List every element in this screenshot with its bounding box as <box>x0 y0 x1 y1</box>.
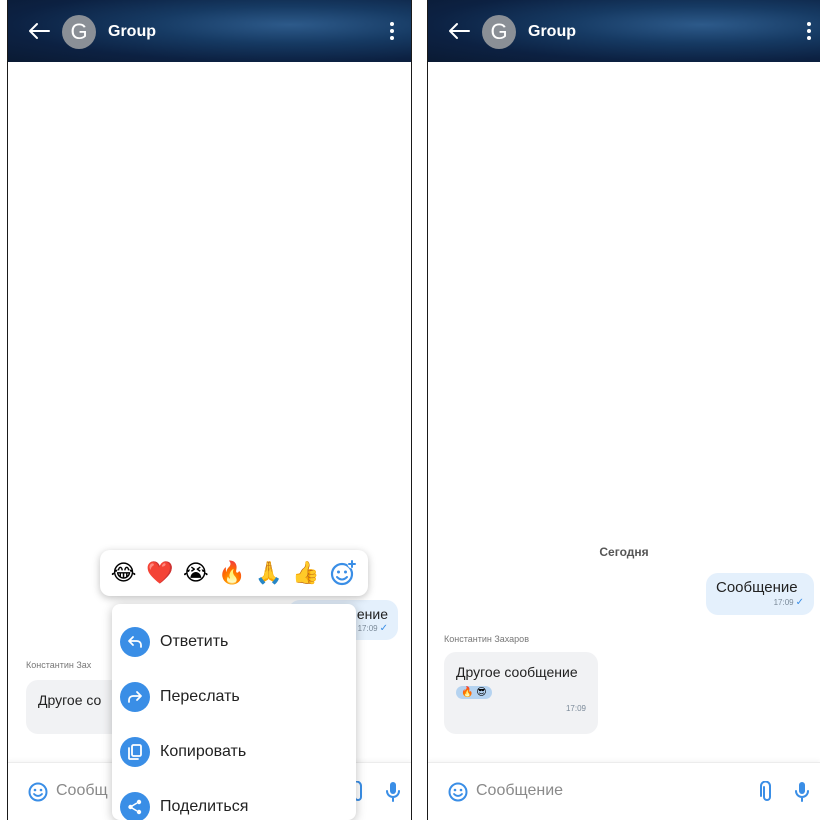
incoming-message[interactable]: Другое сообщение 🔥 😎 17:09 <box>444 652 598 734</box>
date-separator: Сегодня <box>599 545 649 559</box>
reaction-picker: 😂 ❤️ 😭 🔥 🙏 👍 <box>100 550 368 596</box>
microphone-icon[interactable] <box>385 781 401 803</box>
message-input[interactable]: Сообщ <box>56 782 108 800</box>
microphone-icon[interactable] <box>794 781 810 803</box>
reaction-thumbs-up[interactable]: 👍 <box>292 562 319 584</box>
add-reaction-icon[interactable] <box>329 559 357 587</box>
sender-name: Константин Зах <box>26 660 92 670</box>
read-check-icon: ✓ <box>379 623 388 634</box>
reaction-laugh[interactable]: 😂 <box>111 562 137 584</box>
read-check-icon: ✓ <box>795 597 804 608</box>
message-time: 17:09 <box>773 598 794 607</box>
menu-item-label: Поделиться <box>160 797 249 815</box>
menu-item-forward[interactable]: Переслать <box>112 669 356 724</box>
menu-item-label: Переслать <box>160 687 240 705</box>
menu-item-label: Копировать <box>160 742 247 760</box>
more-menu-icon[interactable] <box>389 22 395 42</box>
message-context-menu: Ответить Переслать Копировать Поделиться <box>112 604 356 820</box>
emoji-icon[interactable] <box>28 782 48 802</box>
back-arrow-icon[interactable] <box>28 22 50 40</box>
chat-title[interactable]: Group <box>108 23 156 41</box>
message-text: Другое сообщение <box>456 664 578 680</box>
menu-item-label: Ответить <box>160 632 229 650</box>
forward-icon <box>120 681 150 712</box>
reaction-fire[interactable]: 🔥 <box>218 562 245 584</box>
sender-name: Константин Захаров <box>444 634 529 644</box>
back-arrow-icon[interactable] <box>448 22 470 40</box>
reply-icon <box>120 626 150 657</box>
left-chat-screen: G Group ение 17:09 ✓ Константин Зах Друго… <box>7 0 412 820</box>
copy-icon <box>120 736 150 767</box>
message-text: Сообщение <box>716 579 798 596</box>
menu-item-copy[interactable]: Копировать <box>112 724 356 779</box>
message-reactions[interactable]: 🔥 😎 <box>456 686 492 699</box>
chat-header: G Group <box>8 0 411 62</box>
menu-item-share[interactable]: Поделиться <box>112 779 356 820</box>
reaction-heart[interactable]: ❤️ <box>146 562 173 584</box>
message-input[interactable]: Сообщение <box>476 782 563 800</box>
chat-header: G Group <box>428 0 820 62</box>
group-avatar[interactable]: G <box>482 15 516 49</box>
message-time: 17:09 <box>565 704 586 713</box>
reaction-cry[interactable]: 😭 <box>183 562 209 584</box>
reaction-pray[interactable]: 🙏 <box>255 562 282 584</box>
menu-item-reply[interactable]: Ответить <box>112 614 356 669</box>
outgoing-message[interactable]: Сообщение 17:09 ✓ <box>706 573 814 615</box>
attach-icon[interactable] <box>760 781 774 803</box>
share-icon <box>120 791 150 820</box>
more-menu-icon[interactable] <box>806 22 812 42</box>
message-meta: 17:09 ✓ <box>716 597 804 608</box>
group-avatar[interactable]: G <box>62 15 96 49</box>
right-chat-screen: G Group Сегодня Сообщение 17:09 ✓ Констан… <box>427 0 820 820</box>
emoji-icon[interactable] <box>448 782 468 802</box>
chat-title[interactable]: Group <box>528 23 576 41</box>
message-input-bar: Сообщение <box>428 762 820 820</box>
message-time: 17:09 <box>357 624 378 633</box>
